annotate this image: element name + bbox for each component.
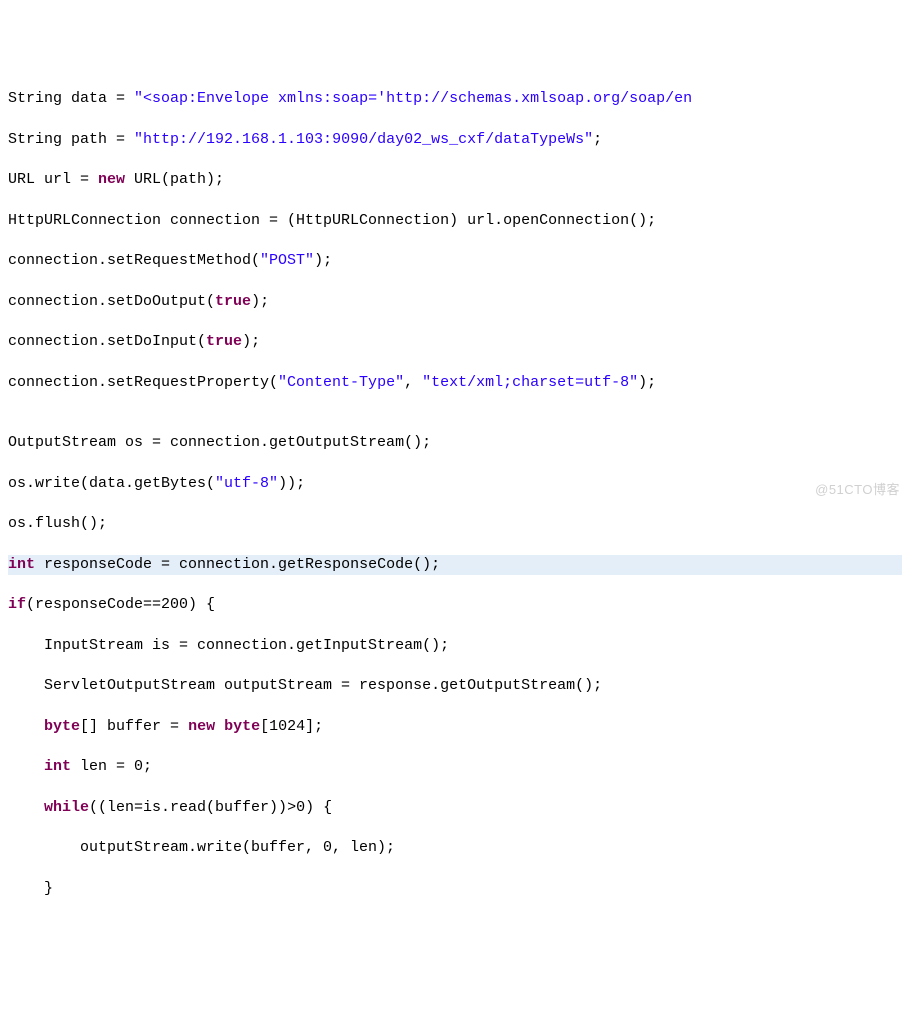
code-token: );: [251, 293, 269, 310]
code-line[interactable]: os.flush();: [8, 514, 902, 534]
code-token: "Content-Type": [278, 374, 404, 391]
code-token: connection.setDoOutput(: [8, 293, 215, 310]
code-token: [8, 799, 44, 816]
code-line[interactable]: while((len=is.read(buffer))>0) {: [8, 798, 902, 818]
code-token: if: [8, 596, 26, 613]
code-line[interactable]: String path = "http://192.168.1.103:9090…: [8, 130, 902, 150]
code-editor[interactable]: String data = "<soap:Envelope xmlns:soap…: [8, 89, 902, 919]
code-line[interactable]: connection.setRequestProperty("Content-T…: [8, 373, 902, 393]
code-token: ServletOutputStream outputStream = respo…: [8, 677, 602, 694]
code-token: );: [638, 374, 656, 391]
code-line[interactable]: URL url = new URL(path);: [8, 170, 902, 190]
code-line[interactable]: byte[] buffer = new byte[1024];: [8, 717, 902, 737]
code-token: os.flush();: [8, 515, 107, 532]
code-token: "<soap:Envelope xmlns:soap='http://schem…: [134, 90, 692, 107]
code-token: true: [206, 333, 242, 350]
code-token: );: [314, 252, 332, 269]
code-line[interactable]: ServletOutputStream outputStream = respo…: [8, 676, 902, 696]
code-token: (responseCode==200) {: [26, 596, 215, 613]
code-token: ,: [404, 374, 422, 391]
code-token: connection.setRequestProperty(: [8, 374, 278, 391]
code-token: responseCode = connection.getResponseCod…: [35, 556, 440, 573]
code-token: [] buffer =: [80, 718, 188, 735]
code-token: );: [242, 333, 260, 350]
code-token: new: [188, 718, 215, 735]
code-token: InputStream is = connection.getInputStre…: [8, 637, 449, 654]
code-line[interactable]: if(responseCode==200) {: [8, 595, 902, 615]
code-token: ((len=is.read(buffer))>0) {: [89, 799, 332, 816]
code-token: URL(path);: [125, 171, 224, 188]
code-line[interactable]: os.write(data.getBytes("utf-8"));: [8, 474, 902, 494]
code-token: byte: [44, 718, 80, 735]
code-line[interactable]: connection.setDoInput(true);: [8, 332, 902, 352]
code-token: [8, 758, 44, 775]
code-token: [215, 718, 224, 735]
code-token: String data =: [8, 90, 134, 107]
code-token: String path =: [8, 131, 134, 148]
code-token: "POST": [260, 252, 314, 269]
code-token: while: [44, 799, 89, 816]
code-token: connection.setDoInput(: [8, 333, 206, 350]
code-token: true: [215, 293, 251, 310]
code-token: ;: [593, 131, 602, 148]
code-token: }: [8, 880, 53, 897]
code-token: URL url =: [8, 171, 98, 188]
code-token: OutputStream os = connection.getOutputSt…: [8, 434, 431, 451]
code-token: "text/xml;charset=utf-8": [422, 374, 638, 391]
code-token: "utf-8": [215, 475, 278, 492]
code-line[interactable]: connection.setDoOutput(true);: [8, 292, 902, 312]
code-line[interactable]: connection.setRequestMethod("POST");: [8, 251, 902, 271]
code-token: outputStream.write(buffer, 0, len);: [8, 839, 395, 856]
code-token: [8, 718, 44, 735]
code-token: os.write(data.getBytes(: [8, 475, 215, 492]
code-line[interactable]: InputStream is = connection.getInputStre…: [8, 636, 902, 656]
code-token: "http://192.168.1.103:9090/day02_ws_cxf/…: [134, 131, 593, 148]
code-token: byte: [224, 718, 260, 735]
code-line[interactable]: OutputStream os = connection.getOutputSt…: [8, 433, 902, 453]
watermark-text: @51CTO博客: [815, 481, 900, 499]
code-token: new: [98, 171, 125, 188]
code-line[interactable]: }: [8, 879, 902, 899]
code-token: int: [8, 556, 35, 573]
code-token: ));: [278, 475, 305, 492]
code-token: len = 0;: [71, 758, 152, 775]
code-token: [1024];: [260, 718, 323, 735]
code-line[interactable]: HttpURLConnection connection = (HttpURLC…: [8, 211, 902, 231]
code-line[interactable]: int responseCode = connection.getRespons…: [8, 555, 902, 575]
code-line[interactable]: int len = 0;: [8, 757, 902, 777]
code-token: int: [44, 758, 71, 775]
code-line[interactable]: outputStream.write(buffer, 0, len);: [8, 838, 902, 858]
code-line[interactable]: String data = "<soap:Envelope xmlns:soap…: [8, 89, 902, 109]
code-token: HttpURLConnection connection = (HttpURLC…: [8, 212, 656, 229]
code-token: connection.setRequestMethod(: [8, 252, 260, 269]
